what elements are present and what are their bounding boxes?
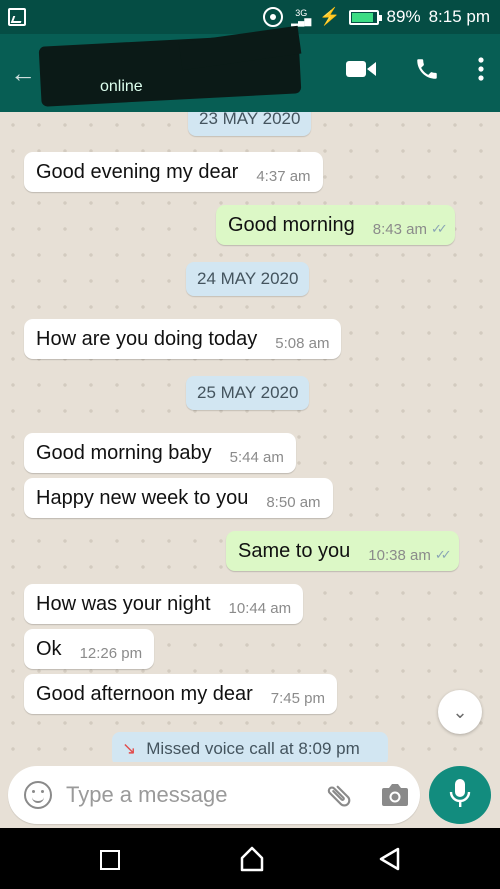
- gallery-notification-icon: [8, 8, 26, 26]
- charging-icon: ⚡: [319, 7, 341, 26]
- read-ticks-icon: ✓✓: [434, 547, 452, 562]
- message-text: Good evening my dear: [36, 160, 239, 183]
- more-options-icon[interactable]: [478, 57, 484, 81]
- message-incoming[interactable]: How was your night 10:44 am: [24, 584, 304, 624]
- contact-status: online: [100, 78, 143, 95]
- message-outgoing[interactable]: Good morning 8:43 am ✓✓: [216, 205, 455, 245]
- message-text: Good morning: [228, 213, 355, 236]
- battery-percent: 89%: [386, 7, 421, 26]
- missed-call-notice[interactable]: ↘ Missed voice call at 8:09 pm: [112, 732, 388, 762]
- missed-call-text: Missed voice call at 8:09 pm: [146, 739, 360, 758]
- video-call-icon[interactable]: [346, 59, 376, 79]
- message-outgoing[interactable]: Same to you 10:38 am ✓✓: [226, 531, 459, 571]
- message-text: Good morning baby: [36, 441, 212, 464]
- message-incoming[interactable]: Ok 12:26 pm: [24, 629, 155, 669]
- phone-call-icon[interactable]: [414, 56, 440, 82]
- message-time: 4:37 am: [256, 167, 311, 185]
- message-input[interactable]: [66, 782, 306, 808]
- back-arrow-icon[interactable]: ←: [10, 58, 36, 89]
- message-text: Good afternoon my dear: [36, 682, 253, 705]
- message-text: Same to you: [238, 539, 351, 562]
- battery-icon: [348, 9, 382, 25]
- system-navigation-bar: [0, 828, 500, 889]
- date-chip: 24 MAY 2020: [186, 262, 310, 296]
- paperclip-icon[interactable]: [324, 781, 354, 816]
- message-incoming[interactable]: Good afternoon my dear 7:45 pm: [24, 674, 337, 714]
- microphone-icon: [449, 778, 471, 813]
- message-incoming[interactable]: Good evening my dear 4:37 am: [24, 152, 323, 192]
- message-time: 5:08 am: [275, 334, 330, 352]
- message-time: 10:38 am: [368, 546, 431, 564]
- message-time: 5:44 am: [229, 448, 284, 466]
- home-icon[interactable]: [240, 846, 264, 877]
- message-time: 7:45 pm: [270, 689, 325, 707]
- status-bar: 3G ▂▄▆ ⚡ 89% 8:15 pm: [0, 0, 500, 34]
- chat-header: ← online: [0, 25, 500, 112]
- signal-icon: 3G ▂▄▆: [291, 8, 312, 26]
- back-nav-icon[interactable]: [378, 847, 400, 876]
- read-ticks-icon: ✓✓: [430, 221, 448, 236]
- input-bar: [0, 762, 500, 828]
- chat-area[interactable]: 23 MAY 2020 Good evening my dear 4:37 am…: [0, 112, 500, 762]
- clock: 8:15 pm: [428, 7, 490, 26]
- message-incoming[interactable]: How are you doing today 5:08 am: [24, 319, 342, 359]
- message-input-container: [8, 766, 420, 824]
- message-time: 10:44 am: [228, 599, 292, 617]
- emoji-icon[interactable]: [24, 781, 52, 809]
- message-text: How are you doing today: [36, 327, 258, 350]
- recent-apps-icon[interactable]: [100, 850, 120, 870]
- chevron-down-icon: ⌄: [452, 701, 468, 722]
- camera-icon[interactable]: [380, 782, 410, 813]
- scroll-down-button[interactable]: ⌄: [438, 690, 482, 734]
- message-text: Ok: [36, 637, 62, 660]
- message-time: 8:50 am: [266, 493, 321, 511]
- message-incoming[interactable]: Good morning baby 5:44 am: [24, 433, 296, 473]
- hotspot-icon: [263, 7, 284, 27]
- voice-record-button[interactable]: [429, 766, 491, 824]
- message-incoming[interactable]: Happy new week to you 8:50 am: [24, 478, 333, 518]
- date-chip: 23 MAY 2020: [188, 112, 312, 136]
- message-text: How was your night: [36, 592, 211, 615]
- missed-call-icon: ↘: [122, 739, 137, 758]
- date-chip: 25 MAY 2020: [186, 376, 310, 410]
- message-text: Happy new week to you: [36, 486, 249, 509]
- message-time: 8:43 am: [372, 220, 427, 238]
- message-time: 12:26 pm: [79, 644, 143, 662]
